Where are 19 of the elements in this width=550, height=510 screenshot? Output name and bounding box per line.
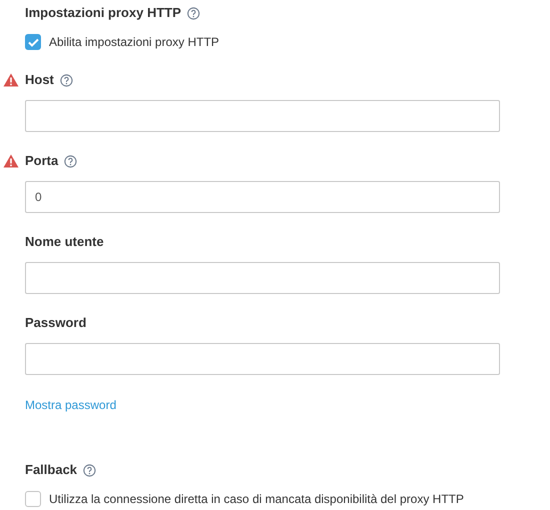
checkbox-label: Abilita impostazioni proxy HTTP (49, 34, 220, 51)
input-field[interactable]: 0 (25, 181, 500, 213)
checkbox[interactable] (25, 34, 41, 50)
input-field[interactable] (25, 262, 500, 294)
help-icon[interactable] (83, 464, 96, 476)
checkbox[interactable] (25, 491, 41, 507)
check-icon (28, 38, 38, 46)
field-label: Host (25, 71, 54, 90)
field-label: Password (25, 314, 86, 332)
field-label: Porta (25, 152, 58, 170)
help-icon[interactable] (64, 154, 78, 168)
help-icon[interactable] (60, 74, 73, 86)
checkbox-label: Utilizza la connessione diretta in caso di mancata disponibilità del proxy HTTP (49, 491, 464, 508)
section-title: Fallback (25, 461, 78, 480)
field-label: Nome utente (25, 233, 104, 252)
input-field[interactable] (25, 100, 500, 132)
section-title: Impostazioni proxy HTTP (25, 4, 182, 22)
input-field[interactable] (25, 343, 500, 375)
help-icon[interactable] (187, 6, 200, 20)
